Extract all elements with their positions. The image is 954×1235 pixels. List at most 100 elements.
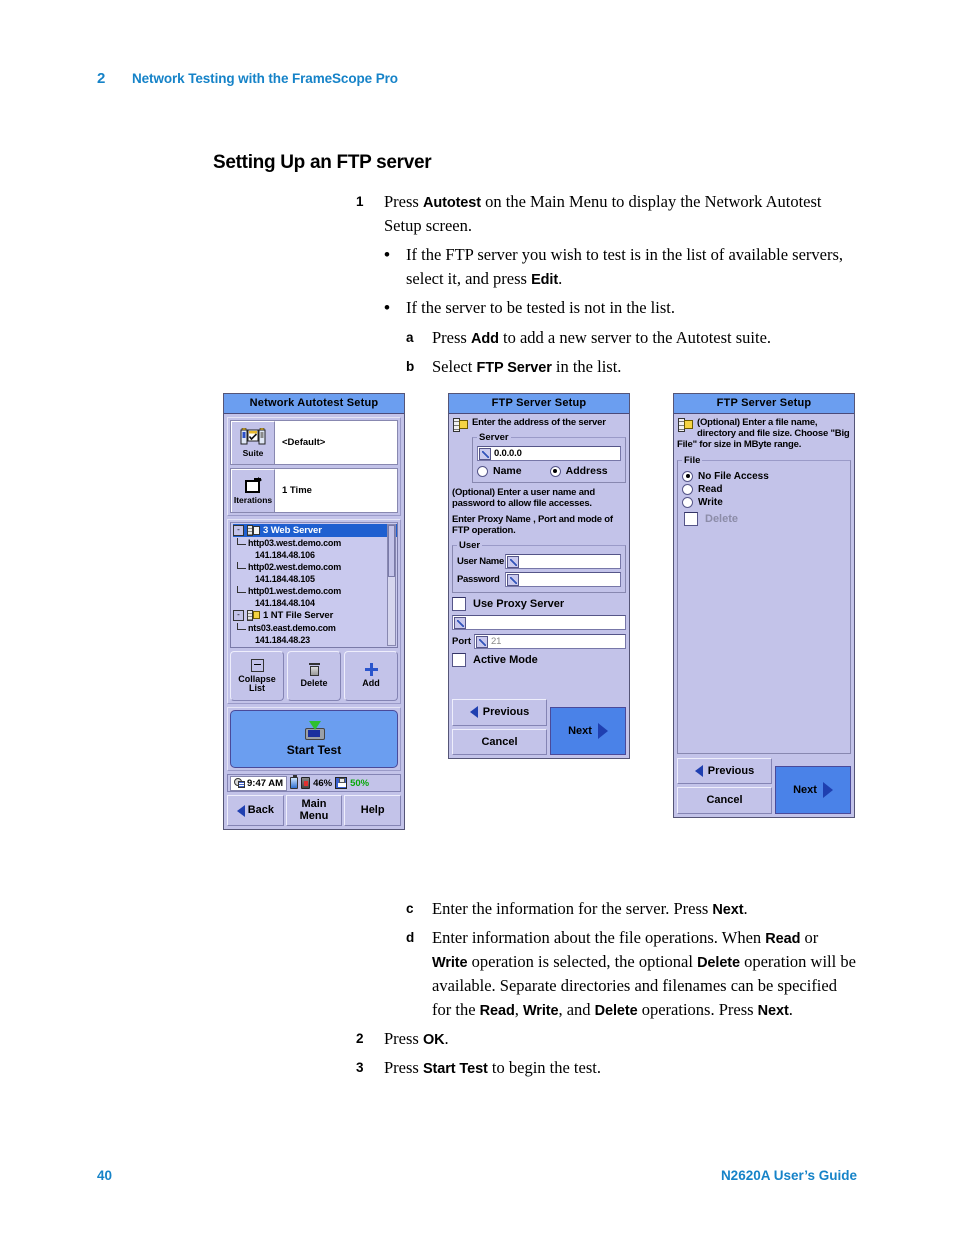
step-item: d Enter information about the file operat… [406, 926, 856, 1022]
step-marker: 2 [356, 1030, 364, 1046]
suite-glyph [240, 427, 266, 447]
previous-button[interactable]: Previous [452, 699, 547, 726]
tree-group-row[interactable]: - 3 Web Server [233, 524, 397, 537]
server-type-radios: Name Address [477, 465, 621, 477]
device-screenshot-ftp-server-setup-address: FTP Server Setup Enter the address of th… [448, 393, 630, 760]
running-header: 2 Network Testing with the FrameScope Pr… [97, 70, 398, 87]
cancel-label: Cancel [706, 794, 743, 807]
tree-host-row[interactable]: nts03.east.demo.com [233, 622, 397, 634]
active-mode-checkbox-row[interactable]: Active Mode [452, 653, 626, 668]
radio-row-write[interactable]: Write [682, 496, 846, 508]
back-label: Back [247, 803, 274, 816]
step-marker: a [406, 329, 414, 345]
iterations-row[interactable]: Iterations 1 Time [230, 468, 398, 513]
device3-wizard-buttons: Previous Cancel Next [677, 757, 851, 814]
radio-address[interactable] [549, 465, 561, 477]
active-mode-checkbox[interactable] [452, 653, 466, 668]
back-button[interactable]: Back [227, 795, 284, 826]
device2-titlebar: FTP Server Setup [449, 394, 629, 414]
radio-name[interactable] [477, 465, 488, 477]
tree-scrollbar[interactable] [387, 524, 396, 646]
cancel-button[interactable]: Cancel [677, 787, 772, 814]
delete-checkbox-row: Delete [684, 511, 846, 526]
tree-ip-row: 141.184.48.23 [255, 635, 310, 645]
main-menu-button[interactable]: Main Menu [285, 795, 343, 826]
tree-elbow-icon [237, 562, 246, 569]
step-item: • If the server to be tested is not in th… [384, 296, 856, 321]
step-marker: 1 [356, 194, 364, 209]
help-label: Help [360, 803, 385, 816]
previous-label: Previous [707, 764, 755, 777]
expander-icon[interactable]: - [233, 525, 244, 536]
file-group-empty-area [682, 529, 846, 745]
step-item: • If the FTP server you wish to test is i… [384, 243, 856, 291]
next-button[interactable]: Next [550, 707, 626, 756]
step-marker: c [406, 901, 414, 916]
start-test-button[interactable]: Start Test [230, 710, 398, 768]
user-name-input[interactable] [505, 554, 621, 570]
delete-button[interactable]: Delete [287, 651, 341, 701]
radio-no-file-access[interactable] [682, 470, 693, 482]
edit-pencil-icon[interactable] [507, 555, 519, 568]
chapter-number: 2 [97, 70, 106, 87]
tree-elbow-icon [237, 586, 246, 593]
suite-row[interactable]: Suite <Default> [230, 420, 398, 465]
edit-pencil-icon[interactable] [507, 573, 519, 586]
delete-checkbox [684, 511, 698, 526]
steps-list-bottom: c Enter the information for the server. P… [356, 897, 856, 1085]
use-proxy-server-checkbox-row[interactable]: Use Proxy Server [452, 597, 626, 612]
proxy-name-input[interactable] [452, 615, 626, 631]
device2-note-2: Enter Proxy Name , Port and mode of FTP … [452, 513, 613, 536]
tree-host-label: nts03.east.demo.com [248, 623, 336, 633]
port-input[interactable]: 21 [474, 634, 626, 650]
tree-ip-row: 141.184.48.105 [255, 574, 315, 584]
file-server-icon [247, 610, 260, 621]
step-item: 3 Press Start Test to begin the test. [356, 1056, 856, 1080]
user-name-label: User Name [457, 556, 504, 568]
start-test-icon [301, 721, 327, 741]
device2-hint: Enter the address of the server [452, 417, 626, 432]
radio-row-read[interactable]: Read [682, 483, 846, 495]
help-button[interactable]: Help [344, 795, 402, 826]
tree-scrollbar-thumb[interactable] [388, 525, 395, 577]
server-address-input[interactable]: 0.0.0.0 [477, 446, 621, 462]
ftp-server-icon [678, 417, 693, 433]
server-tree[interactable]: - 3 Web Server http03.west.demo.com 141.184… [230, 522, 398, 648]
collapse-list-label: Collapse List [238, 673, 276, 693]
previous-label: Previous [482, 706, 530, 719]
plus-icon [364, 663, 378, 677]
tree-host-row[interactable]: http01.west.demo.com [233, 585, 397, 597]
tree-host-row[interactable]: http03.west.demo.com [233, 537, 397, 549]
clock-display: 9:47 AM [230, 775, 288, 791]
radio-address-label: Address [565, 465, 608, 478]
device3-hint: (Optional) Enter a file name, directory … [677, 417, 851, 451]
next-button[interactable]: Next [775, 765, 851, 814]
cancel-button[interactable]: Cancel [452, 728, 547, 756]
step-text: Enter information about the file operati… [432, 928, 856, 1019]
expander-icon[interactable]: - [233, 610, 244, 621]
device-screenshot-network-autotest-setup: Network Autotest Setup Suite <Default> I… [223, 393, 405, 830]
edit-pencil-icon[interactable] [454, 616, 466, 629]
collapse-list-button[interactable]: Collapse List [230, 651, 284, 701]
use-proxy-server-checkbox[interactable] [452, 597, 466, 612]
radio-read[interactable] [682, 483, 693, 495]
edit-pencil-icon[interactable] [476, 635, 488, 648]
status-time: 9:47 AM [247, 777, 284, 789]
tree-action-buttons: Collapse List Delete Add [230, 651, 398, 701]
edit-pencil-icon[interactable] [479, 447, 491, 460]
tree-host-label: http02.west.demo.com [248, 562, 342, 572]
password-input[interactable] [505, 572, 621, 588]
previous-button[interactable]: Previous [677, 757, 772, 785]
tree-group-row[interactable]: - 1 NT File Server [233, 609, 397, 622]
add-button[interactable]: Add [344, 651, 398, 701]
radio-row-no-file-access[interactable]: No File Access [682, 470, 846, 482]
step-marker: • [384, 297, 390, 317]
password-row: Password [457, 572, 621, 588]
step-marker: 3 [356, 1060, 364, 1075]
tree-host-row[interactable]: http02.west.demo.com [233, 561, 397, 573]
iterations-icon: Iterations [231, 469, 275, 512]
power-icon [301, 777, 311, 789]
radio-write[interactable] [682, 496, 693, 508]
battery-icon [290, 775, 299, 789]
step-text: If the server to be tested is not in the… [406, 297, 675, 317]
